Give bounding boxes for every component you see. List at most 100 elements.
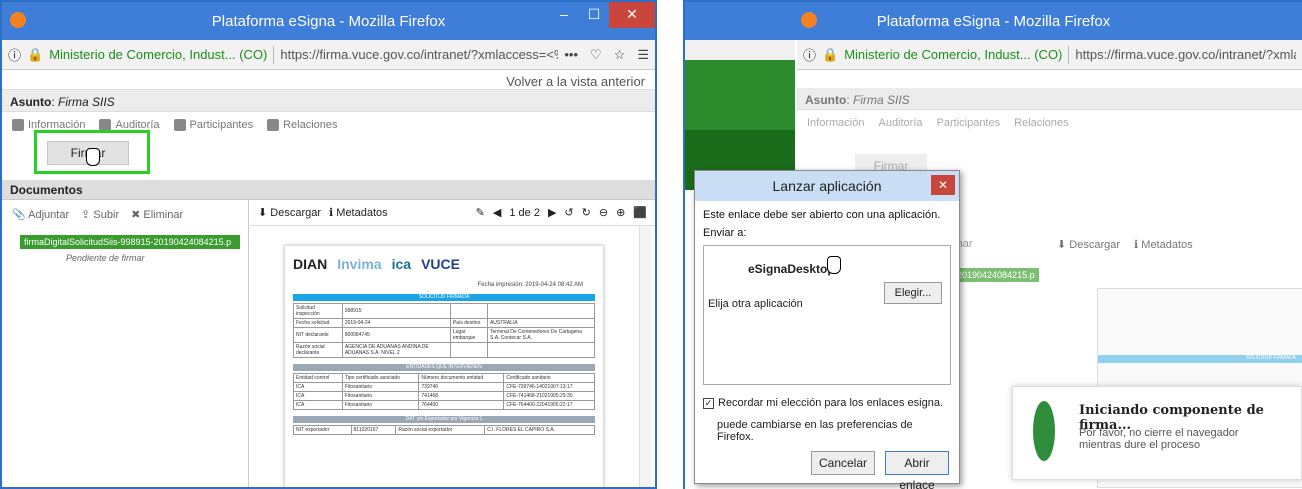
pocket-icon[interactable]: ♡ — [590, 47, 602, 63]
viewer-toolbar: ⬇ Descargar ℹ Metadatos ✎ ◀ 1 de 2 ▶ ↺ ↻… — [250, 200, 655, 226]
viewer-toolbar: ⬇ Descargar ℹ Metadatos — [1057, 238, 1193, 251]
dialog-close-button[interactable]: ✕ — [931, 175, 955, 195]
maximize-button[interactable]: ☐ — [579, 2, 609, 28]
more-actions-icon[interactable]: ••• — [564, 47, 578, 63]
preferences-note: puede cambiarse en las preferencias de F… — [717, 419, 913, 443]
metadatos-button[interactable]: ℹ Metadatos — [1134, 238, 1193, 251]
print-date: Fecha impresión: 2019-04-24 08:42 AM — [477, 282, 583, 288]
close-button[interactable]: ✕ — [609, 2, 655, 28]
cancel-button[interactable]: Cancelar — [811, 451, 875, 475]
tab-participantes[interactable]: Participantes — [173, 118, 253, 132]
metadatos-button[interactable]: ℹ Metadatos — [329, 206, 388, 219]
minimize-button[interactable]: – — [549, 2, 579, 28]
esigna-logo-icon — [1033, 401, 1055, 461]
notification-message: Por favor, no cierre el navegador mientr… — [1079, 427, 1239, 451]
tab-informacion[interactable]: Información — [807, 116, 864, 130]
prev-page-icon[interactable]: ◀ — [493, 206, 501, 219]
left-browser-window: Plataforma eSigna - Mozilla Firefox – ☐ … — [0, 0, 657, 489]
ica-logo: ica — [391, 256, 412, 272]
vuce-logo: VUCE — [421, 256, 460, 272]
logo-strip: DIAN Invima ica VUCE — [285, 246, 603, 282]
asunto-row: Asunto: Firma SIIS — [2, 90, 655, 112]
tab-auditoria[interactable]: Auditoría — [878, 116, 922, 130]
adjuntar-button[interactable]: 📎 Adjuntar — [12, 208, 69, 221]
zoom-out-icon[interactable]: ⊖ — [599, 206, 608, 219]
left-titlebar: Plataforma eSigna - Mozilla Firefox – ☐ … — [2, 2, 655, 40]
tab-relaciones[interactable]: Relaciones — [1014, 116, 1068, 130]
elegir-button[interactable]: Elegir... — [884, 282, 942, 304]
dialog-title: Lanzar aplicación ✕ — [695, 171, 959, 201]
subir-button[interactable]: ⇪ Subir — [81, 208, 119, 221]
document-icon — [12, 119, 24, 131]
dian-logo: DIAN — [293, 256, 328, 272]
asunto-label: Asunto — [805, 93, 847, 107]
invima-logo: Invima — [337, 256, 382, 272]
launch-app-dialog: Lanzar aplicación ✕ Este enlace debe ser… — [694, 170, 960, 489]
right-browser-window: Plataforma eSigna - Mozilla Firefox ⓘ 🔒 … — [683, 0, 1302, 489]
tab-participantes[interactable]: Participantes — [937, 116, 1001, 130]
signing-notification: Iniciando componente de firma... Por fav… — [1012, 386, 1302, 480]
url-text[interactable]: https://firma.vuce.gov.co/intranet/?xmla… — [1075, 47, 1296, 62]
asunto-value: Firma SIIS — [58, 95, 115, 109]
solicitud-table: Solicitud inspección 998915 Fecha solicit… — [293, 303, 596, 358]
tab-relaciones[interactable]: Relaciones — [267, 118, 338, 132]
document-item[interactable]: firmaDigitalSolicitudSiis-998915-2019042… — [20, 235, 240, 249]
pdf-page: DIAN Invima ica VUCE Fecha impresión: 20… — [284, 245, 604, 487]
checkbox-checked-icon[interactable]: ✓ — [703, 397, 714, 409]
link-icon — [267, 119, 280, 131]
zoom-in-icon[interactable]: ⊕ — [616, 206, 625, 219]
descargar-button[interactable]: ⬇ Descargar — [258, 206, 321, 219]
hand-cursor-icon — [827, 256, 841, 274]
eliminar-button[interactable]: ✖ Eliminar — [131, 208, 183, 221]
expand-icon[interactable]: ⬛ — [633, 206, 647, 219]
page-indicator: 1 de 2 — [509, 206, 540, 219]
firefox-icon — [10, 12, 26, 28]
documents-panel: 📎 Adjuntar ⇪ Subir ✖ Eliminar firmaDigit… — [2, 200, 249, 487]
document-status: Pendiente de firmar — [66, 253, 145, 263]
url-tools: ••• ♡ ☆ ☰ — [564, 47, 649, 63]
dialog-send-to: Enviar a: — [703, 227, 747, 239]
url-separator — [273, 45, 275, 64]
next-page-icon[interactable]: ▶ — [548, 206, 556, 219]
url-text[interactable]: https://firma.vuce.gov.co/intranet/?xmla… — [280, 47, 558, 62]
hand-cursor-icon — [86, 148, 100, 166]
rotate-right-icon[interactable]: ↻ — [582, 206, 591, 219]
dialog-buttons: Cancelar Abrir enlace — [811, 451, 949, 489]
right-titlebar: Plataforma eSigna - Mozilla Firefox — [685, 2, 1302, 40]
back-link[interactable]: Volver a la vista anterior — [2, 70, 655, 90]
pdf-viewer: ⬇ Descargar ℹ Metadatos ✎ ◀ 1 de 2 ▶ ↺ ↻… — [250, 200, 655, 487]
background-green-panel — [685, 40, 795, 190]
dialog-message: Este enlace debe ser abierto con una apl… — [703, 209, 941, 221]
firefox-icon — [801, 12, 817, 28]
menu-icon[interactable]: ☰ — [637, 47, 649, 63]
site-identity[interactable]: Ministerio de Comercio, Indust... (CO) — [49, 47, 267, 62]
window-title: Plataforma eSigna - Mozilla Firefox — [876, 12, 1111, 30]
detail-tabs: Información Auditoría Participantes Rela… — [797, 110, 1302, 136]
remember-checkbox[interactable]: ✓ Recordar mi elección para los enlaces e… — [695, 389, 959, 411]
viewer-scrollbar[interactable] — [639, 226, 651, 487]
site-identity[interactable]: Ministerio de Comercio, Indust... (CO) — [844, 47, 1062, 62]
lock-icon: 🔒 — [822, 46, 839, 62]
window-controls: – ☐ ✕ — [549, 2, 655, 28]
pen-icon[interactable]: ✎ — [476, 206, 485, 219]
exportador-bar: DAT y/o Exportador por Vigencia 1 — [293, 416, 595, 423]
rotate-left-icon[interactable]: ↺ — [564, 206, 573, 219]
url-bar[interactable]: ⓘ 🔒 Ministerio de Comercio, Indust... (C… — [797, 40, 1302, 70]
document-toolbar: 📎 Adjuntar ⇪ Subir ✖ Eliminar — [2, 200, 248, 229]
documentos-header: Documentos — [2, 180, 655, 200]
exportador-table: NIT exportador 811020167 Razón social expo… — [293, 425, 595, 435]
url-separator — [1068, 45, 1070, 64]
entidades-bar: ENTIDADES QUE INTERVIENEN — [293, 364, 595, 371]
bookmark-star-icon[interactable]: ☆ — [614, 47, 626, 63]
lock-icon: 🔒 — [27, 46, 44, 62]
open-link-button[interactable]: Abrir enlace — [885, 451, 949, 489]
url-bar[interactable]: ⓘ 🔒 Ministerio de Comercio, Indust... (C… — [2, 40, 655, 70]
people-icon — [173, 119, 186, 131]
info-icon[interactable]: ⓘ — [8, 45, 21, 64]
solicitud-bar: SOLICITUD FIRMADA — [293, 294, 595, 301]
window-title: Plataforma eSigna - Mozilla Firefox — [211, 12, 446, 30]
info-icon[interactable]: ⓘ — [803, 45, 816, 64]
entidades-table: Entidad control Tipo certificado asociado… — [293, 373, 595, 410]
descargar-button[interactable]: ⬇ Descargar — [1057, 238, 1120, 251]
back-row-spacer — [797, 70, 1302, 88]
